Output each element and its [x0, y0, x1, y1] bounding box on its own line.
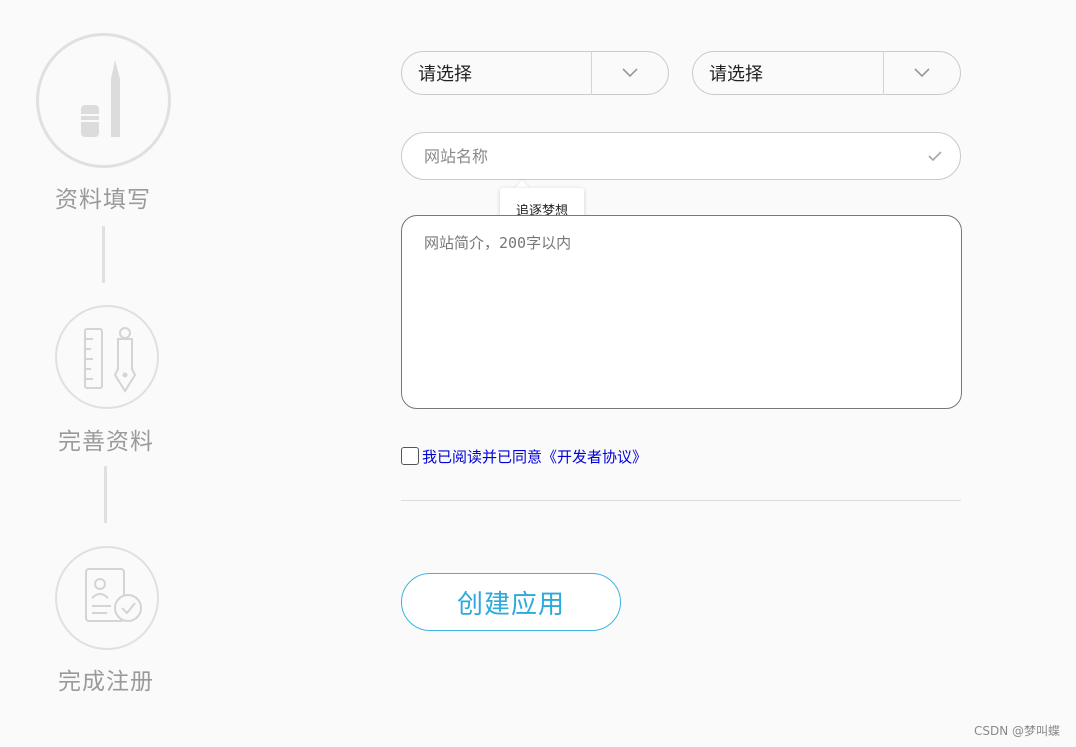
step-1-circle: [36, 33, 171, 168]
step-1-label: 资料填写: [55, 187, 151, 213]
step-2-label: 完善资料: [58, 429, 154, 455]
check-icon: [910, 151, 960, 161]
step-connector-1: [102, 226, 105, 283]
select-2[interactable]: 请选择: [692, 51, 961, 95]
ruler-pen-icon: [84, 327, 137, 393]
step-connector-2: [104, 466, 107, 523]
step-3-circle: [55, 546, 159, 650]
step-2-circle: [55, 305, 159, 409]
agreement-link[interactable]: 我已阅读并已同意《开发者协议》: [422, 446, 647, 467]
select-1[interactable]: 请选择: [401, 51, 669, 95]
site-name-field[interactable]: [401, 132, 961, 180]
agreement-checkbox[interactable]: [401, 447, 419, 465]
agreement[interactable]: 我已阅读并已同意《开发者协议》: [401, 445, 647, 467]
site-name-input[interactable]: [402, 145, 910, 167]
document-check-icon: [85, 568, 142, 622]
chevron-down-icon[interactable]: [884, 51, 960, 95]
watermark: CSDN @梦叫蝶: [973, 724, 1060, 738]
divider: [401, 500, 961, 501]
select-2-value: 请选择: [709, 64, 763, 85]
select-1-value: 请选择: [418, 64, 472, 85]
intro-textarea[interactable]: [401, 215, 962, 409]
create-app-button[interactable]: 创建应用: [401, 573, 621, 631]
chevron-down-icon[interactable]: [592, 51, 668, 95]
step-3-label: 完成注册: [58, 669, 154, 695]
pen-icon: [81, 60, 120, 137]
